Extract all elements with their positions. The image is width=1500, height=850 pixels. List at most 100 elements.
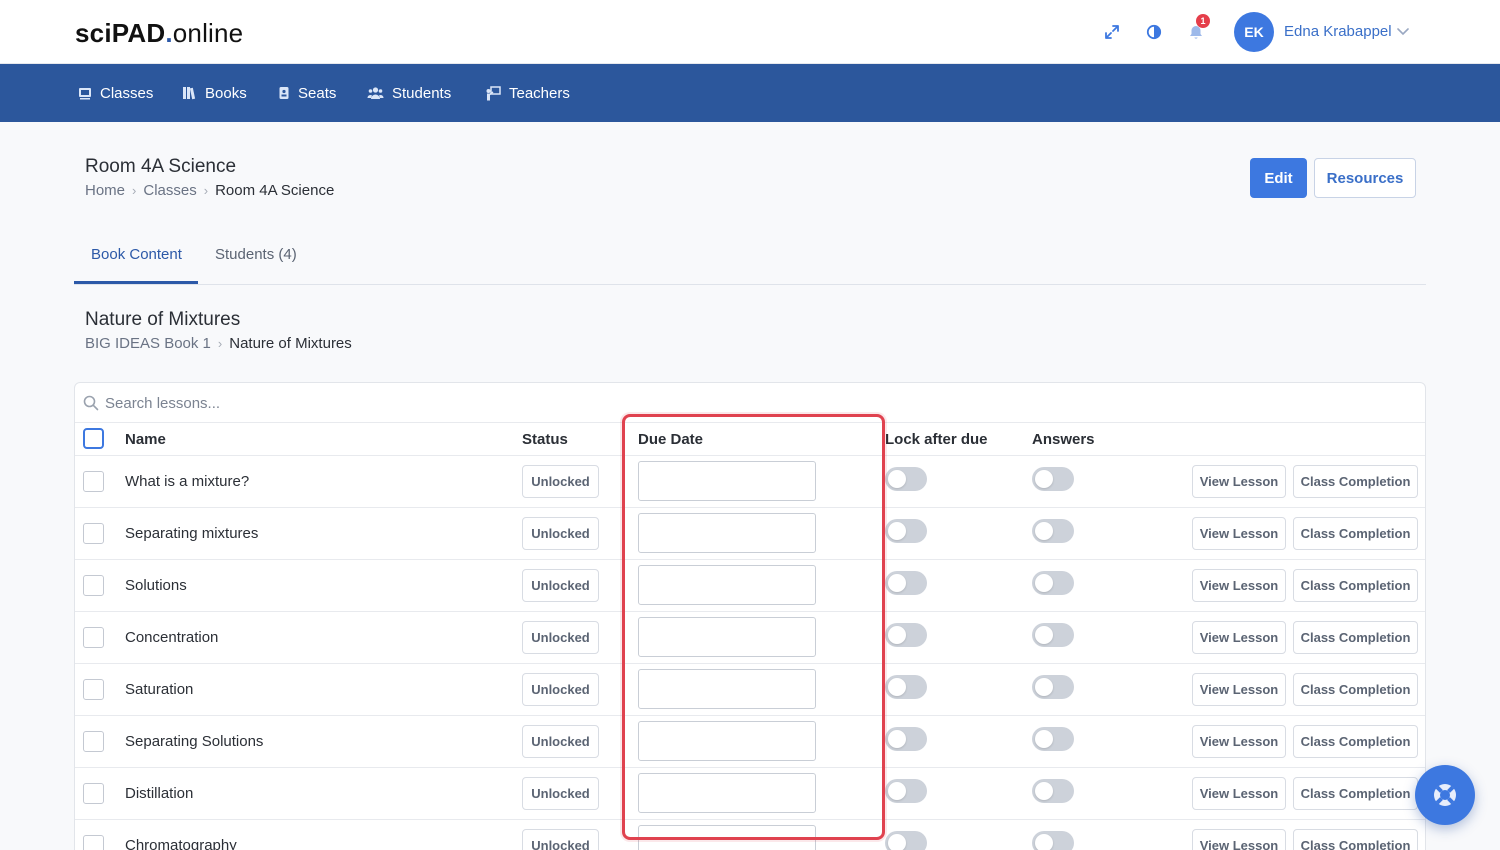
edit-button[interactable]: Edit (1250, 158, 1307, 198)
answers-toggle[interactable] (1032, 623, 1074, 647)
active-tab-indicator (74, 281, 198, 284)
tab-book-content[interactable]: Book Content (91, 246, 182, 263)
breadcrumb-book[interactable]: BIG IDEAS Book 1 (85, 335, 211, 352)
row-checkbox[interactable] (83, 627, 104, 648)
answers-toggle[interactable] (1032, 571, 1074, 595)
answers-toggle[interactable] (1032, 467, 1074, 491)
class-completion-button[interactable]: Class Completion (1293, 673, 1418, 706)
class-completion-button[interactable]: Class Completion (1293, 829, 1418, 850)
status-button[interactable]: Unlocked (522, 777, 599, 810)
nav-item-label: Teachers (509, 84, 570, 102)
class-completion-button[interactable]: Class Completion (1293, 777, 1418, 810)
due-date-input[interactable] (638, 565, 816, 605)
row-checkbox[interactable] (83, 731, 104, 752)
row-checkbox[interactable] (83, 679, 104, 700)
column-header-name[interactable]: Name (125, 431, 166, 448)
view-lesson-button[interactable]: View Lesson (1192, 621, 1286, 654)
nav-item-students[interactable]: Students (367, 84, 451, 102)
answers-toggle[interactable] (1032, 831, 1074, 850)
nav-item-classes[interactable]: Classes (78, 84, 153, 102)
row-checkbox[interactable] (83, 835, 104, 850)
row-checkbox[interactable] (83, 471, 104, 492)
lesson-name: Chromatography (125, 837, 237, 850)
column-header-lock-after-due[interactable]: Lock after due (885, 431, 988, 448)
tabs-divider (74, 284, 1426, 285)
status-button[interactable]: Unlocked (522, 621, 599, 654)
lessons-table: Name Status Due Date Lock after due Answ… (74, 382, 1426, 850)
search-bar (75, 383, 1425, 423)
due-date-input[interactable] (638, 513, 816, 553)
status-button[interactable]: Unlocked (522, 569, 599, 602)
answers-toggle[interactable] (1032, 675, 1074, 699)
lesson-name: Saturation (125, 681, 194, 698)
due-date-input[interactable] (638, 461, 816, 501)
section-title: Nature of Mixtures (85, 309, 241, 330)
status-button[interactable]: Unlocked (522, 517, 599, 550)
due-date-input[interactable] (638, 773, 816, 813)
breadcrumb-current: Room 4A Science (215, 182, 335, 199)
nav-item-label: Seats (298, 84, 337, 102)
lesson-name: What is a mixture? (125, 473, 250, 490)
class-completion-button[interactable]: Class Completion (1293, 517, 1418, 550)
status-button[interactable]: Unlocked (522, 465, 599, 498)
status-button[interactable]: Unlocked (522, 673, 599, 706)
nav-item-teachers[interactable]: Teachers (485, 84, 570, 102)
breadcrumb-home[interactable]: Home (85, 182, 125, 199)
tab-students[interactable]: Students (4) (215, 246, 297, 263)
class-completion-button[interactable]: Class Completion (1293, 621, 1418, 654)
chevron-down-icon[interactable] (1396, 24, 1410, 43)
due-date-input[interactable] (638, 825, 816, 850)
seats-icon (279, 87, 289, 99)
teachers-icon (486, 85, 501, 100)
class-completion-button[interactable]: Class Completion (1293, 465, 1418, 498)
view-lesson-button[interactable]: View Lesson (1192, 517, 1286, 550)
lock-after-due-toggle[interactable] (885, 675, 927, 699)
user-name[interactable]: Edna Krabappel (1284, 23, 1392, 40)
due-date-input[interactable] (638, 721, 816, 761)
row-checkbox[interactable] (83, 783, 104, 804)
lock-after-due-toggle[interactable] (885, 467, 927, 491)
column-header-answers[interactable]: Answers (1032, 431, 1095, 448)
view-lesson-button[interactable]: View Lesson (1192, 725, 1286, 758)
class-completion-button[interactable]: Class Completion (1293, 569, 1418, 602)
resources-button[interactable]: Resources (1314, 158, 1416, 198)
select-all-checkbox[interactable] (83, 428, 104, 449)
view-lesson-button[interactable]: View Lesson (1192, 673, 1286, 706)
lesson-name: Solutions (125, 577, 187, 594)
answers-toggle[interactable] (1032, 779, 1074, 803)
avatar[interactable]: EK (1234, 12, 1274, 52)
answers-toggle[interactable] (1032, 727, 1074, 751)
lock-after-due-toggle[interactable] (885, 519, 927, 543)
lock-after-due-toggle[interactable] (885, 727, 927, 751)
classes-icon (79, 87, 91, 99)
status-button[interactable]: Unlocked (522, 829, 599, 850)
lock-after-due-toggle[interactable] (885, 571, 927, 595)
breadcrumb-classes[interactable]: Classes (143, 182, 196, 199)
nav-item-seats[interactable]: Seats (278, 84, 336, 102)
due-date-input[interactable] (638, 669, 816, 709)
row-checkbox[interactable] (83, 575, 104, 596)
search-input[interactable] (105, 391, 605, 415)
nav-item-label: Students (392, 84, 452, 102)
view-lesson-button[interactable]: View Lesson (1192, 569, 1286, 602)
app-logo[interactable]: sciPAD.online (75, 18, 243, 49)
view-lesson-button[interactable]: View Lesson (1192, 829, 1286, 850)
due-date-input[interactable] (638, 617, 816, 657)
answers-toggle[interactable] (1032, 519, 1074, 543)
table-row: Separating Solutions Unlocked View Lesso… (75, 716, 1425, 768)
column-header-status[interactable]: Status (522, 431, 568, 448)
view-lesson-button[interactable]: View Lesson (1192, 465, 1286, 498)
column-header-due-date[interactable]: Due Date (638, 431, 703, 448)
lock-after-due-toggle[interactable] (885, 831, 927, 850)
lock-after-due-toggle[interactable] (885, 779, 927, 803)
class-completion-button[interactable]: Class Completion (1293, 725, 1418, 758)
lock-after-due-toggle[interactable] (885, 623, 927, 647)
view-lesson-button[interactable]: View Lesson (1192, 777, 1286, 810)
status-button[interactable]: Unlocked (522, 725, 599, 758)
nav-item-books[interactable]: Books (182, 84, 247, 102)
help-button[interactable] (1415, 765, 1475, 825)
expand-icon[interactable] (1102, 22, 1122, 42)
contrast-icon[interactable] (1144, 22, 1164, 42)
nav-item-label: Classes (100, 84, 154, 102)
row-checkbox[interactable] (83, 523, 104, 544)
